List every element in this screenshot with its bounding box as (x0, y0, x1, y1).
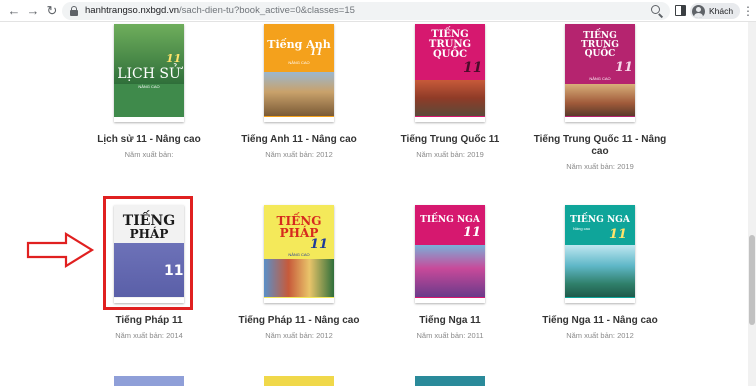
book-year: Năm xuất bản: (124, 150, 174, 159)
cover-title-3: QUỐC (584, 49, 616, 59)
lock-icon[interactable] (70, 6, 78, 16)
side-panel-icon[interactable] (675, 5, 686, 16)
book-year: Năm xuất bản: 2019 (416, 150, 484, 159)
cover-subtitle: NÂNG CAO (288, 252, 310, 257)
address-bar[interactable]: hanhtrangso.nxbgd.vn/sach-dien-tu?book_a… (62, 2, 670, 20)
book-title[interactable]: Tiếng Nga 11 - Nâng cao (525, 315, 675, 327)
book-year: Năm xuất bản: 2012 (265, 331, 333, 340)
cover-title: LỊCH SỬ (117, 66, 181, 82)
cover-number: 11 (609, 227, 628, 242)
book-year: Năm xuất bản: 2012 (566, 331, 634, 340)
scroll-thumb[interactable] (749, 235, 755, 325)
book-cover[interactable]: TIẾNG NGA Nâng cao 11 (565, 205, 635, 303)
more-menu-icon[interactable]: ⋮ (742, 3, 754, 19)
cover-title: Tiếng Anh (267, 38, 331, 51)
book-title[interactable]: Tiếng Trung Quốc 11 - Nâng cao (525, 134, 675, 158)
book-year: Năm xuất bản: 2011 (416, 331, 484, 340)
url-path: /sach-dien-tu?book_active=0&classes=15 (179, 5, 355, 16)
book-card[interactable]: TIẾNG TRUNG QUỐC 11 NÂNG CAO Tiếng Trung… (525, 24, 675, 171)
book-card[interactable]: Tiếng Anh 11 NÂNG CAO Tiếng Anh 11 - Nân… (224, 24, 374, 159)
cover-subtitle: NÂNG CAO (138, 84, 160, 89)
avatar-icon (692, 4, 705, 18)
book-card[interactable]: TIẾNG NGA 11 Tiếng Nga 11 Năm xuất bản: … (375, 205, 525, 340)
page-scrollbar[interactable] (748, 22, 756, 386)
book-cover[interactable]: Tiếng Anh 11 NÂNG CAO (264, 24, 334, 122)
url-host: hanhtrangso.nxbgd.vn (85, 5, 180, 16)
cover-title: TIẾNG NGA (570, 215, 630, 225)
cover-subtitle: NÂNG CAO (589, 76, 611, 81)
book-year: Năm xuất bản: 2019 (566, 162, 634, 171)
cover-number: 11 (310, 48, 323, 58)
book-title[interactable]: Lịch sử 11 - Nâng cao (74, 134, 224, 146)
pointer-arrow-icon (26, 232, 95, 268)
book-title[interactable]: Tiếng Trung Quốc 11 (375, 134, 525, 146)
book-cover-partial[interactable] (264, 376, 334, 386)
highlight-box (103, 196, 193, 310)
browser-toolbar: ← → ↻ hanhtrangso.nxbgd.vn/sach-dien-tu?… (0, 0, 756, 22)
back-icon[interactable]: ← (6, 3, 22, 19)
profile-label: Khách (709, 6, 734, 16)
url-text[interactable]: hanhtrangso.nxbgd.vn/sach-dien-tu?book_a… (85, 5, 355, 16)
book-cover[interactable]: TIẾNG NGA 11 (415, 205, 485, 303)
cover-number: 11 (463, 60, 483, 76)
book-card[interactable]: TIẾNG TRUNG QUỐC 11 Tiếng Trung Quốc 11 … (375, 24, 525, 159)
cover-title: TIẾNG NGA (420, 215, 480, 225)
forward-icon[interactable]: → (25, 3, 41, 19)
book-card[interactable]: TIẾNG NGA Nâng cao 11 Tiếng Nga 11 - Nân… (525, 205, 675, 340)
book-title[interactable]: Tiếng Nga 11 (375, 315, 525, 327)
book-cover[interactable]: TIẾNG TRUNG QUỐC 11 (415, 24, 485, 122)
book-card[interactable]: LỊCH SỬ 11 NÂNG CAO Lịch sử 11 - Nâng ca… (74, 24, 224, 159)
cover-number: 11 (463, 225, 482, 240)
book-title[interactable]: Tiếng Anh 11 - Nâng cao (224, 134, 374, 146)
book-cover[interactable]: TIẾNG TRUNG QUỐC 11 NÂNG CAO (565, 24, 635, 122)
zoom-icon[interactable] (651, 5, 664, 18)
cover-number: 11 (615, 60, 634, 75)
cover-number: 11 (310, 237, 329, 252)
book-title[interactable]: Tiếng Pháp 11 - Nâng cao (224, 315, 374, 327)
cover-number: 11 (166, 52, 182, 65)
book-cover-partial[interactable] (114, 376, 184, 386)
book-cover[interactable]: TIẾNG PHÁP 11 NÂNG CAO (264, 205, 334, 303)
book-year: Năm xuất bản: 2014 (115, 331, 183, 340)
book-year: Năm xuất bản: 2012 (265, 150, 333, 159)
cover-title-3: QUỐC (432, 49, 468, 60)
reload-icon[interactable]: ↻ (44, 3, 60, 19)
book-title[interactable]: Tiếng Pháp 11 (74, 315, 224, 327)
book-cover-partial[interactable] (415, 376, 485, 386)
cover-subtitle: NÂNG CAO (288, 60, 310, 65)
profile-button[interactable]: Khách (690, 3, 741, 19)
book-card[interactable]: TIẾNG PHÁP 11 NÂNG CAO Tiếng Pháp 11 - N… (224, 205, 374, 340)
book-cover[interactable]: LỊCH SỬ 11 NÂNG CAO (114, 24, 184, 122)
